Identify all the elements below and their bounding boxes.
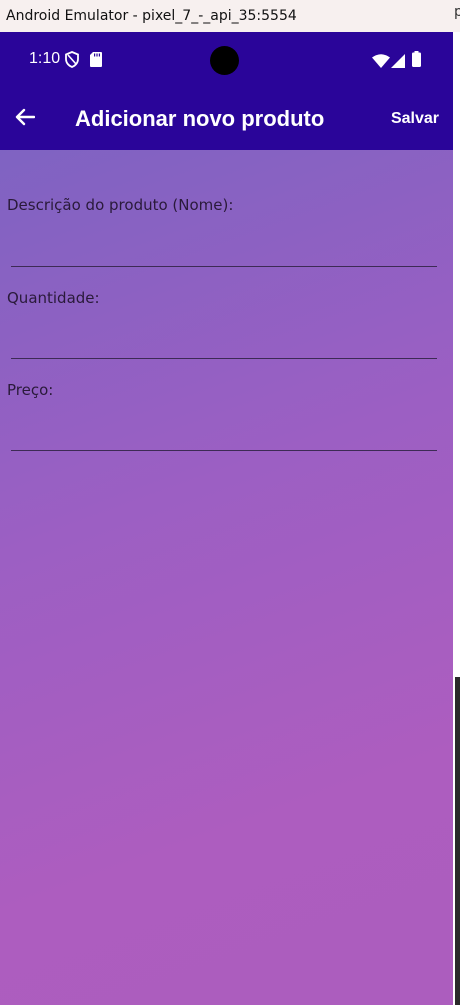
quantity-label: Quantidade: [7,289,100,307]
signal-icon [391,53,405,72]
wifi-icon [372,53,390,72]
page-title: Adicionar novo produto [75,106,325,131]
titlebar-edge-text: p [454,4,460,20]
product-name-label: Descrição do produto (Nome): [7,196,234,214]
shield-icon [65,51,79,72]
status-time: 1:10 [29,50,61,67]
emulator-side-strip [453,32,460,1005]
product-name-input[interactable] [11,232,437,267]
emulator-side-panel [455,677,460,1005]
window-title: Android Emulator - pixel_7_-_api_35:5554 [6,8,297,24]
arrow-left-icon [15,108,36,130]
form-content: Descrição do produto (Nome): Quantidade:… [0,150,453,1005]
battery-icon [412,51,421,71]
price-label: Preço: [7,381,54,399]
emulator-window-titlebar: Android Emulator - pixel_7_-_api_35:5554… [0,0,460,32]
phone-screen: 1:10 Adicionar novo produto Salvar Descr… [0,32,453,1005]
quantity-input[interactable] [11,324,437,359]
back-button[interactable] [10,104,40,134]
status-bar: 1:10 [0,32,453,88]
app-toolbar: Adicionar novo produto Salvar [0,88,453,150]
price-input[interactable] [11,416,437,451]
camera-cutout [210,46,239,75]
sd-card-icon [90,52,102,71]
save-button[interactable]: Salvar [391,110,439,128]
